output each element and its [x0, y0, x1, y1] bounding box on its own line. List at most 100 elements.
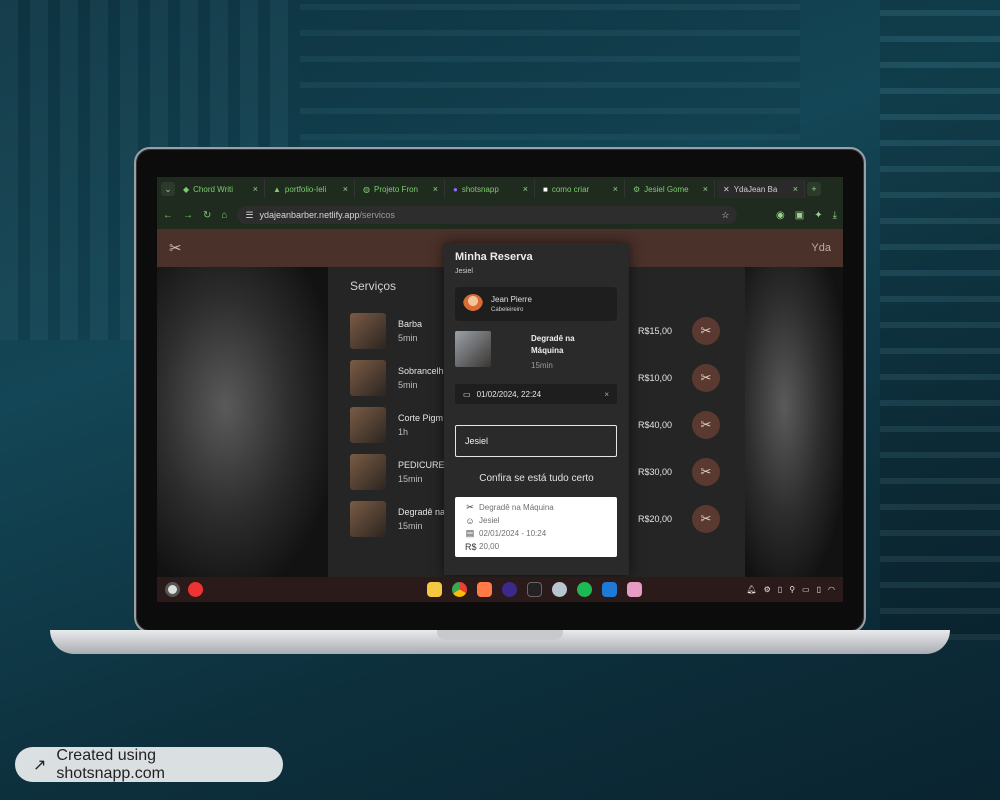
settings-icon[interactable]: ⚙: [764, 585, 771, 594]
shotsnapp-badge[interactable]: ↗ Created using shotsnapp.com: [15, 747, 283, 782]
hero-image-left: [157, 267, 328, 577]
service-thumbnail: [350, 501, 386, 537]
tab-1[interactable]: ▲ portfolio-Ieli ×: [267, 180, 355, 198]
battery-icon[interactable]: ▭: [802, 585, 810, 594]
barber-avatar: [463, 294, 483, 314]
book-service-button[interactable]: ✂: [692, 458, 720, 486]
site-brand: Yda: [811, 242, 831, 254]
barber-role: Cabeleireiro: [491, 307, 524, 313]
reload-icon[interactable]: ↻: [203, 210, 211, 221]
wifi-icon[interactable]: ◠: [828, 585, 835, 594]
scissors-icon: ✂: [700, 464, 712, 479]
puzzle-icon[interactable]: ✦: [814, 210, 822, 221]
confirm-text: Confira se está tudo certo: [479, 473, 594, 484]
selected-service-duration: 15min: [531, 361, 553, 370]
app-icon-pink[interactable]: [627, 582, 642, 597]
tab-0[interactable]: ◆ Chord Writi ×: [177, 180, 265, 198]
back-icon[interactable]: ←: [163, 210, 173, 221]
tab-5[interactable]: ⚙ Jesiel Gome ×: [627, 180, 715, 198]
home-icon[interactable]: ⌂: [221, 210, 227, 221]
book-service-button[interactable]: ✂: [692, 411, 720, 439]
reservation-title: Minha Reserva: [455, 251, 533, 263]
s-logo-icon: ●: [453, 184, 458, 194]
app-icon-purple[interactable]: [502, 582, 517, 597]
close-icon[interactable]: ×: [793, 184, 798, 194]
scissors-icon: ✂: [700, 417, 712, 432]
service-thumbnail: [350, 360, 386, 396]
clipboard-icon[interactable]: ▯: [778, 585, 782, 594]
web-page: ✂ Yda Serviços Barba 5min R$15,00 ✂ Sobra…: [157, 229, 843, 577]
service-thumbnail: [350, 454, 386, 490]
download-icon[interactable]: ⤓: [833, 210, 837, 221]
gear-icon: ⚙: [633, 184, 641, 194]
scissors-icon: ✂: [466, 502, 474, 512]
gem-icon: ◆: [183, 184, 190, 194]
chrome-icon[interactable]: [452, 582, 467, 597]
phone-icon[interactable]: ▯: [817, 585, 821, 594]
p-logo-icon: ■: [543, 184, 548, 194]
tab-2[interactable]: ◍ Projeto Fron ×: [357, 180, 445, 198]
book-service-button[interactable]: ✂: [692, 364, 720, 392]
book-service-button[interactable]: ✂: [692, 505, 720, 533]
browser-toolbar: ← → ↻ ⌂ ☰ ydajeanbarber.netlify.app/serv…: [157, 201, 843, 229]
arrow-up-right-icon: ↗: [33, 756, 47, 774]
address-bar[interactable]: ☰ ydajeanbarber.netlify.app/servicos ☆: [237, 206, 738, 224]
laptop-screen: ⌄ ◆ Chord Writi × ▲ portfolio-Ieli × ◍ Projet…: [157, 177, 843, 602]
service-thumbnail: [455, 331, 491, 367]
datetime-picker[interactable]: ▭ 01/02/2024, 22:24 ×: [455, 384, 617, 404]
book-service-button[interactable]: ✂: [692, 317, 720, 345]
calendar-icon: ▭: [463, 389, 471, 399]
launcher-icon[interactable]: [165, 582, 180, 597]
laptop-notch: [437, 630, 563, 640]
selected-service: Degradê na Máquina 15min: [455, 331, 617, 371]
scissors-icon: ✂: [700, 323, 712, 338]
site-info-icon[interactable]: ☰: [245, 210, 253, 221]
bell-icon[interactable]: 🔔︎: [746, 585, 756, 594]
background-building-top: [300, 0, 800, 140]
calendar-icon: ▤: [465, 528, 475, 538]
files-icon[interactable]: [427, 582, 442, 597]
forward-icon[interactable]: →: [183, 210, 193, 221]
app-icon-gray[interactable]: [552, 582, 567, 597]
close-icon[interactable]: ×: [613, 184, 618, 194]
vscode-icon[interactable]: [602, 582, 617, 597]
close-icon[interactable]: ×: [523, 184, 528, 194]
extension-icon[interactable]: ◉: [776, 210, 785, 221]
globe-icon: ◍: [363, 184, 370, 194]
tab-search-button[interactable]: ⌄: [161, 182, 175, 196]
tab-bar: ⌄ ◆ Chord Writi × ▲ portfolio-Ieli × ◍ Projet…: [157, 177, 843, 201]
service-thumbnail: [350, 407, 386, 443]
background-building-right: [880, 0, 1000, 640]
app-icon-orange[interactable]: [477, 582, 492, 597]
reservation-user: Jesiel: [455, 268, 473, 275]
barber-name: Jean Pierre: [491, 295, 532, 304]
scissors-logo-icon[interactable]: ✂: [169, 239, 182, 257]
tab-6[interactable]: ✕ YdaJean Ba ×: [717, 180, 805, 198]
tab-4[interactable]: ■ como criar ×: [537, 180, 625, 198]
os-dock: 🔔︎ ⚙ ▯ ⚲ ▭ ▯ ◠: [157, 577, 843, 602]
selected-service-name: Degradê na Máquina: [531, 334, 575, 355]
services-title: Serviços: [350, 279, 397, 293]
scissors-icon: ✂: [700, 370, 712, 385]
close-icon[interactable]: ×: [253, 184, 258, 194]
barber-card[interactable]: Jean Pierre Cabeleireiro: [455, 287, 617, 321]
close-icon[interactable]: ×: [433, 184, 438, 194]
extension-icon-2[interactable]: ▣: [795, 210, 804, 221]
service-thumbnail: [350, 313, 386, 349]
new-tab-button[interactable]: +: [807, 182, 821, 196]
clear-date-icon[interactable]: ×: [604, 390, 609, 399]
bookmark-star-icon[interactable]: ☆: [721, 210, 729, 221]
scissors-icon: ✂: [700, 511, 712, 526]
pin-icon[interactable]: ⚲: [789, 585, 795, 594]
user-icon: ☺: [465, 515, 475, 526]
terminal-icon[interactable]: [527, 582, 542, 597]
reservation-summary: ✂ Degradê na Máquina ☺ Jesiel ▤ 02/01/2024 …: [455, 497, 617, 557]
x-logo-icon: ✕: [723, 184, 730, 194]
spotify-icon[interactable]: [577, 582, 592, 597]
close-icon[interactable]: ×: [343, 184, 348, 194]
name-input[interactable]: [455, 425, 617, 457]
tab-3[interactable]: ● shotsnapp ×: [447, 180, 535, 198]
hero-image-right: [745, 267, 843, 577]
close-icon[interactable]: ×: [703, 184, 708, 194]
app-icon-red[interactable]: [188, 582, 203, 597]
